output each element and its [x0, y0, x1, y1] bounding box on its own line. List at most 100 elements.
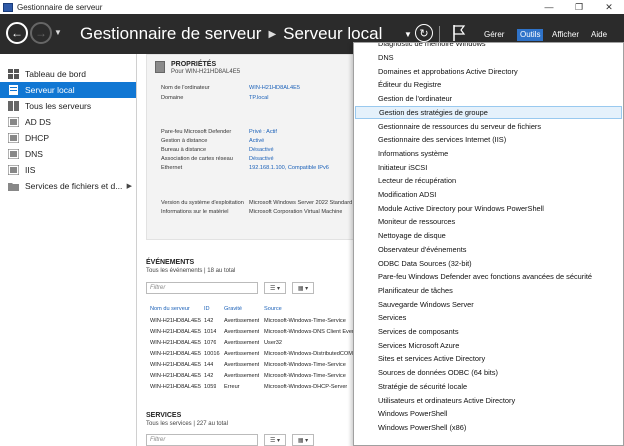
events-filter-input[interactable]: Filtrer [146, 282, 258, 294]
event-cell[interactable]: Microsoft-Windows-Time-Service [264, 362, 346, 368]
sidebar-item-local-server[interactable]: Serveur local [0, 82, 136, 98]
event-cell[interactable]: Avertissement [224, 318, 259, 324]
prop-value[interactable]: 192.168.1.100, Compatible IPv6 [249, 165, 329, 171]
tools-menu-item[interactable]: Sites et services Active Directory [354, 352, 623, 366]
tools-menu-item[interactable]: Module Active Directory pour Windows Pow… [354, 201, 623, 215]
prop-value[interactable]: Activé [249, 138, 264, 144]
tools-menu-item[interactable]: Sauvegarde Windows Server [354, 297, 623, 311]
event-cell[interactable]: 1076 [204, 340, 216, 346]
tools-menu-item[interactable]: Services [354, 311, 623, 325]
events-query-options-icon[interactable]: ☰ ▾ [264, 282, 286, 294]
nav-history-chevron-icon[interactable]: ▼ [54, 28, 62, 37]
event-cell[interactable]: 142 [204, 373, 213, 379]
close-button[interactable]: ✕ [594, 0, 624, 14]
event-cell[interactable]: Avertissement [224, 329, 259, 335]
tools-menu-item[interactable]: Observateur d'événements [354, 243, 623, 257]
events-col-source[interactable]: Source [264, 306, 282, 312]
tools-menu-item[interactable]: Windows PowerShell [354, 407, 623, 421]
sidebar-item-file-services[interactable]: Services de fichiers et d... ▶ [0, 178, 136, 194]
tools-menu-item[interactable]: Lecteur de récupération [354, 174, 623, 188]
menu-help[interactable]: Aide [588, 29, 610, 41]
event-cell[interactable]: WIN-H21HD8AL4E5 [150, 373, 201, 379]
event-cell[interactable]: WIN-H21HD8AL4E5 [150, 362, 201, 368]
menu-manage[interactable]: Gérer [481, 29, 507, 41]
events-col-severity[interactable]: Gravité [224, 306, 242, 312]
tools-menu-item[interactable]: Windows PowerShell (x86) [354, 421, 623, 435]
sidebar-item-iis[interactable]: IIS [0, 162, 136, 178]
event-cell[interactable]: WIN-H21HD8AL4E5 [150, 384, 201, 390]
sidebar-item-all-servers[interactable]: Tous les serveurs [0, 98, 136, 114]
breadcrumb-root[interactable]: Gestionnaire de serveur [80, 24, 261, 44]
tools-menu-item[interactable]: Planificateur de tâches [354, 284, 623, 298]
prop-value[interactable]: Privé : Actif [249, 129, 277, 135]
tools-menu-item[interactable]: Gestionnaire de ressources du serveur de… [354, 119, 623, 133]
tools-menu-item[interactable]: ODBC Data Sources (32-bit) [354, 256, 623, 270]
event-cell[interactable]: Avertissement [224, 340, 259, 346]
event-cell[interactable]: Microsoft-Windows-DHCP-Server [264, 384, 347, 390]
services-save-query-icon[interactable]: ▦ ▾ [292, 434, 314, 446]
sidebar-item-dhcp[interactable]: DHCP [0, 130, 136, 146]
tools-menu-item[interactable]: Domaines et approbations Active Director… [354, 64, 623, 78]
event-cell[interactable]: WIN-H21HD8AL4E5 [150, 318, 201, 324]
event-cell[interactable]: User32 [264, 340, 282, 346]
prop-value[interactable]: WIN-H21HD8AL4E5 [249, 85, 300, 91]
event-cell[interactable]: 142 [204, 318, 213, 324]
tools-menu-item[interactable]: Stratégie de sécurité locale [354, 380, 623, 394]
tools-menu-item[interactable]: Utilisateurs et ordinateurs Active Direc… [354, 393, 623, 407]
prop-value[interactable]: Désactivé [249, 147, 274, 153]
event-cell[interactable]: Avertissement [224, 351, 259, 357]
services-query-options-icon[interactable]: ☰ ▾ [264, 434, 286, 446]
prop-value[interactable]: Désactivé [249, 156, 274, 162]
sidebar-item-dns[interactable]: DNS [0, 146, 136, 162]
sidebar-item-dashboard[interactable]: Tableau de bord [0, 66, 136, 82]
event-cell[interactable]: Erreur [224, 384, 240, 390]
menu-view[interactable]: Afficher [549, 29, 582, 41]
tools-menu-item[interactable]: DNS [354, 51, 623, 65]
tools-menu-item[interactable]: Sources de données ODBC (64 bits) [354, 366, 623, 380]
tools-menu-item[interactable]: Modification ADSI [354, 188, 623, 202]
event-cell[interactable]: Avertissement [224, 362, 259, 368]
event-cell[interactable]: WIN-H21HD8AL4E5 [150, 329, 201, 335]
tools-menu-item[interactable]: Moniteur de ressources [354, 215, 623, 229]
sidebar-item-label: IIS [25, 165, 36, 175]
prop-value[interactable]: TP.local [249, 95, 269, 101]
event-cell[interactable]: WIN-H21HD8AL4E5 [150, 340, 201, 346]
tools-menu-item[interactable]: Pare-feu Windows Defender avec fonctions… [354, 270, 623, 284]
tools-menu-item[interactable]: Nettoyage de disque [354, 229, 623, 243]
menu-tools[interactable]: Outils [517, 29, 544, 41]
event-cell[interactable]: Microsoft-Windows-Time-Service [264, 373, 346, 379]
events-save-query-icon[interactable]: ▦ ▾ [292, 282, 314, 294]
role-icon [8, 165, 19, 175]
expand-arrow-icon[interactable]: ▶ [127, 182, 132, 190]
back-arrow-icon[interactable]: ← [6, 22, 28, 44]
tools-menu-item[interactable]: Diagnostic de mémoire Windows [354, 43, 623, 51]
events-col-server[interactable]: Nom du serveur [150, 306, 190, 312]
refresh-icon[interactable]: ↻ [415, 24, 433, 42]
event-cell[interactable]: 10016 [204, 351, 220, 357]
tools-menu-item[interactable]: Services de composants [354, 325, 623, 339]
tools-menu-item[interactable]: Initiateur iSCSI [354, 160, 623, 174]
event-cell[interactable]: Microsoft-Windows-DNS Client Even [264, 329, 355, 335]
tools-menu-item[interactable]: Gestion des stratégies de groupe [355, 105, 622, 120]
sidebar-item-ad-ds[interactable]: AD DS [0, 114, 136, 130]
breadcrumb-chevron-icon[interactable]: ▼ [404, 30, 412, 39]
services-filter-input[interactable]: Filtrer [146, 434, 258, 446]
event-cell[interactable]: WIN-H21HD8AL4E5 [150, 351, 201, 357]
forward-arrow-icon[interactable]: → [30, 22, 52, 44]
event-cell[interactable]: Microsoft-Windows-Time-Service [264, 318, 346, 324]
maximize-button[interactable]: ❐ [564, 0, 594, 14]
tools-menu-item[interactable]: Gestion de l'ordinateur [354, 92, 623, 106]
tools-menu-item[interactable]: Gestionnaire des services Internet (IIS) [354, 133, 623, 147]
event-cell[interactable]: 1059 [204, 384, 216, 390]
tools-menu-item[interactable]: Éditeur du Registre [354, 78, 623, 92]
tools-menu-item[interactable]: Informations système [354, 147, 623, 161]
event-cell[interactable]: Avertissement [224, 373, 259, 379]
tools-menu-item[interactable]: Services Microsoft Azure [354, 338, 623, 352]
events-col-id[interactable]: ID [204, 306, 210, 312]
notifications-flag-icon[interactable] [452, 24, 466, 42]
event-cell[interactable]: 144 [204, 362, 213, 368]
minimize-button[interactable]: — [534, 0, 564, 14]
events-subtitle: Tous les événements | 18 au total [146, 268, 236, 274]
event-cell[interactable]: Microsoft-Windows-DistributedCOM [264, 351, 353, 357]
event-cell[interactable]: 1014 [204, 329, 216, 335]
